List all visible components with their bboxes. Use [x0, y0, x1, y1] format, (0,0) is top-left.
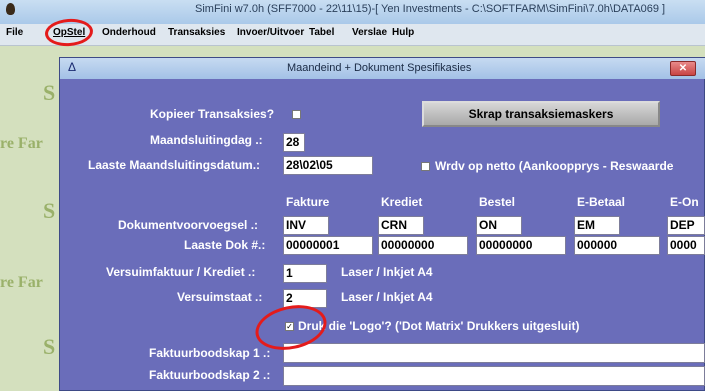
- laaste-dok-fakture-field[interactable]: 00000001: [283, 236, 373, 255]
- menu-file[interactable]: File: [6, 27, 23, 38]
- bg-letter-2: S: [43, 198, 56, 223]
- voorvoegsel-bestel-field[interactable]: ON: [476, 216, 522, 235]
- versuimfaktuur-field[interactable]: 1: [283, 264, 327, 283]
- menu-tabel[interactable]: Tabel: [309, 27, 334, 38]
- voorvoegsel-e-betaal-field[interactable]: EM: [574, 216, 620, 235]
- wrdv-checkbox[interactable]: [421, 162, 430, 171]
- laaste-maandsluitingsdatum-label: Laaste Maandsluitingsdatum.:: [88, 158, 261, 172]
- laaste-dok-e-betaal-field[interactable]: 000000: [574, 236, 660, 255]
- menu-verslae[interactable]: Verslae: [352, 27, 387, 38]
- laaste-maandsluitingsdatum-field[interactable]: 28\02\05: [283, 156, 373, 175]
- col-header-e-betaal: E-Betaal: [577, 195, 626, 209]
- dokumentvoorvoegsel-label: Dokumentvoorvoegsel .:: [118, 218, 259, 232]
- bg-letter-3: S: [43, 334, 56, 359]
- faktuurboodskap-2-field[interactable]: [283, 366, 705, 386]
- maandsluitingdag-label: Maandsluitingdag .:: [150, 133, 263, 147]
- faktuurboodskap-2-label: Faktuurboodskap 2 .:: [149, 368, 271, 382]
- menu-transaksies[interactable]: Transaksies: [168, 27, 225, 38]
- versuimfaktuur-label: Versuimfaktuur / Krediet .:: [106, 265, 256, 279]
- app-title: SimFini w7.0h (SFF7000 - 22\11\15)-[ Yen…: [195, 3, 666, 15]
- versuimstaat-printer: Laser / Inkjet A4: [341, 290, 433, 304]
- bg-letter-1: S: [43, 80, 56, 105]
- bg-text-1: re Far: [0, 135, 43, 152]
- skrap-transaksiemaskers-button[interactable]: Skrap transaksiemaskers: [422, 101, 660, 127]
- laaste-dok-label: Laaste Dok #.:: [184, 238, 266, 252]
- voorvoegsel-e-on-field[interactable]: DEP: [667, 216, 705, 235]
- druk-logo-label: Druk die 'Logo'? ('Dot Matrix' Drukkers …: [298, 319, 580, 333]
- dialog-delta-icon: Δ: [68, 60, 77, 74]
- col-header-bestel: Bestel: [479, 195, 516, 209]
- dialog-title: Maandeind + Dokument Spesifikasies: [287, 62, 472, 74]
- close-button[interactable]: ✕: [670, 61, 696, 76]
- faktuurboodskap-1-label: Faktuurboodskap 1 .:: [149, 346, 271, 360]
- col-header-krediet: Krediet: [381, 195, 423, 209]
- voorvoegsel-fakture-field[interactable]: INV: [283, 216, 329, 235]
- versuimfaktuur-printer: Laser / Inkjet A4: [341, 265, 433, 279]
- laaste-dok-krediet-field[interactable]: 00000000: [378, 236, 468, 255]
- versuimstaat-label: Versuimstaat .:: [177, 290, 263, 304]
- kopieer-checkbox[interactable]: [292, 110, 301, 119]
- maandsluitingdag-field[interactable]: 28: [283, 133, 305, 152]
- laaste-dok-e-on-field[interactable]: 0000: [667, 236, 705, 255]
- app-icon: [6, 3, 15, 15]
- kopieer-label: Kopieer Transaksies?: [150, 107, 275, 121]
- bg-text-2: re Far: [0, 274, 43, 291]
- voorvoegsel-krediet-field[interactable]: CRN: [378, 216, 424, 235]
- faktuurboodskap-1-field[interactable]: [283, 343, 705, 363]
- laaste-dok-bestel-field[interactable]: 00000000: [476, 236, 566, 255]
- menu-invoer-uitvoer[interactable]: Invoer/Uitvoer: [237, 27, 304, 38]
- col-header-e-on: E-On: [670, 195, 699, 209]
- col-header-fakture: Fakture: [286, 195, 330, 209]
- wrdv-label: Wrdv op netto (Aankoopprys - Reswaarde: [435, 159, 674, 173]
- menu-onderhoud[interactable]: Onderhoud: [102, 27, 156, 38]
- menu-hulp[interactable]: Hulp: [392, 27, 414, 38]
